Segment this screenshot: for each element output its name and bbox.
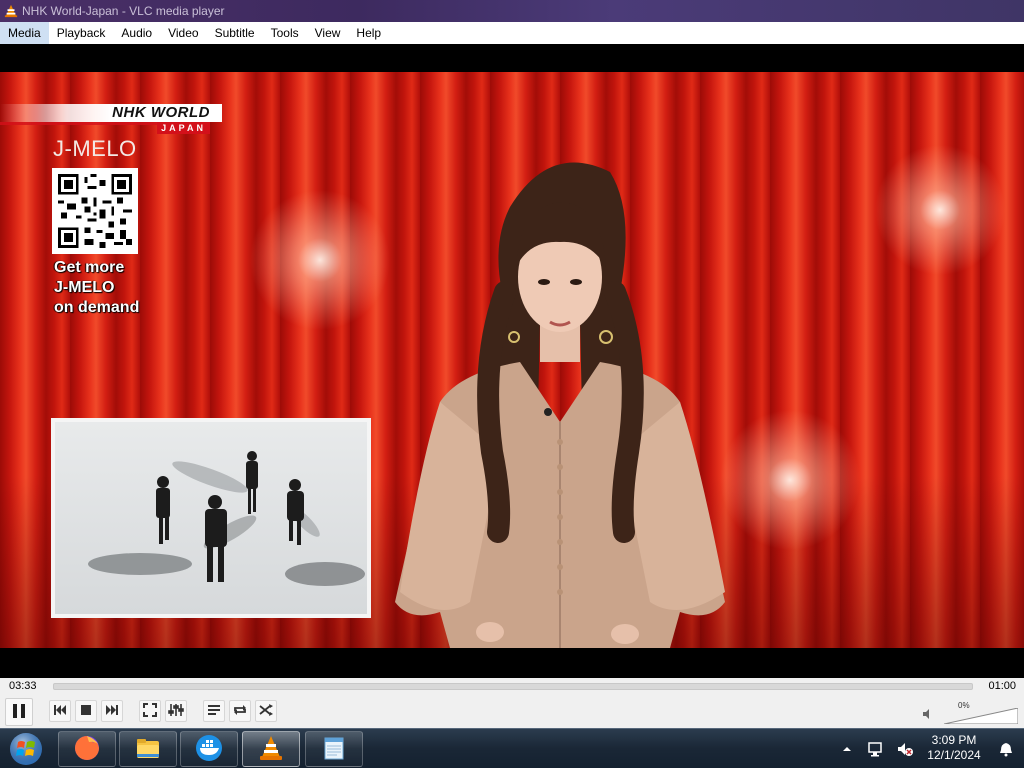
previous-button[interactable]: [49, 700, 71, 722]
network-icon[interactable]: [866, 740, 884, 758]
menu-bar: Media Playback Audio Video Subtitle Tool…: [0, 22, 1024, 44]
windows-taskbar: 3:09 PM 12/1/2024: [0, 728, 1024, 768]
stop-icon: [78, 702, 94, 721]
start-button[interactable]: [8, 732, 44, 766]
stop-button[interactable]: [75, 700, 97, 722]
promo-line-3: on demand: [54, 299, 140, 316]
logo-subtext: JAPAN: [157, 122, 210, 134]
title-bar[interactable]: NHK World-Japan - VLC media player: [0, 0, 1024, 22]
volume-muted-icon[interactable]: [896, 740, 914, 758]
music-video-inset: [51, 418, 371, 618]
menu-help[interactable]: Help: [348, 22, 389, 44]
shuffle-button[interactable]: [255, 700, 277, 722]
file-explorer-icon: [133, 733, 163, 766]
menu-media[interactable]: Media: [0, 22, 49, 44]
clock-date: 12/1/2024: [927, 748, 981, 762]
menu-audio[interactable]: Audio: [113, 22, 160, 44]
windows-start-icon: [8, 733, 44, 768]
notepad-icon: [319, 733, 349, 766]
menu-subtitle[interactable]: Subtitle: [207, 22, 263, 44]
video-frame: NHK WORLD JAPAN J-MELO Get more J-MELO o…: [0, 72, 1024, 648]
next-icon: [104, 702, 120, 721]
volume-control[interactable]: 0%: [920, 701, 1020, 724]
taskbar-notepad[interactable]: [305, 731, 363, 767]
vlc-icon: [256, 733, 286, 766]
clock[interactable]: 3:09 PM 12/1/2024: [924, 733, 984, 763]
band-photo-illustration: [88, 451, 365, 586]
firefox-icon: [72, 733, 102, 766]
menu-tools[interactable]: Tools: [263, 22, 307, 44]
system-tray: 3:09 PM 12/1/2024: [838, 729, 1024, 768]
video-area[interactable]: NHK WORLD JAPAN J-MELO Get more J-MELO o…: [0, 44, 1024, 678]
taskbar-vlc[interactable]: [242, 731, 300, 767]
show-hidden-icons-icon[interactable]: [842, 743, 852, 753]
logo-text: NHK WORLD: [112, 104, 210, 121]
qr-code-icon: [52, 168, 138, 254]
playback-controls: 0%: [0, 696, 1024, 728]
clock-time: 3:09 PM: [931, 733, 977, 747]
total-time: 01:00: [988, 680, 1016, 692]
menu-playback[interactable]: Playback: [49, 22, 114, 44]
menu-video[interactable]: Video: [160, 22, 206, 44]
vlc-cone-icon: [4, 4, 18, 18]
window-title: NHK World-Japan - VLC media player: [22, 4, 225, 18]
taskbar-firefox[interactable]: [58, 731, 116, 767]
menu-view[interactable]: View: [307, 22, 349, 44]
promo-line-2: J-MELO: [54, 279, 115, 296]
presenter-figure: [380, 122, 740, 648]
fullscreen-button[interactable]: [139, 700, 161, 722]
seek-bar[interactable]: [53, 683, 973, 690]
extended-settings-button[interactable]: [165, 700, 187, 722]
nhk-world-logo: NHK WORLD JAPAN: [0, 104, 222, 134]
speaker-icon: [922, 708, 934, 720]
loop-button[interactable]: [229, 700, 251, 722]
promo-line-1: Get more: [54, 259, 125, 276]
promo-text: Get more J-MELO on demand: [54, 258, 139, 318]
pause-button[interactable]: [5, 698, 33, 726]
loop-icon: [232, 702, 248, 721]
show-title: J-MELO: [53, 136, 137, 161]
previous-icon: [52, 702, 68, 721]
extended-settings-icon: [168, 702, 184, 721]
volume-slider[interactable]: [944, 708, 1018, 724]
pause-icon: [9, 701, 29, 724]
next-button[interactable]: [101, 700, 123, 722]
playlist-button[interactable]: [203, 700, 225, 722]
taskbar-docker[interactable]: [180, 731, 238, 767]
elapsed-time: 03:33: [9, 680, 37, 692]
seek-row: 03:33 01:00: [0, 678, 1024, 696]
shuffle-icon: [258, 702, 274, 721]
notification-bell-icon[interactable]: [998, 741, 1014, 757]
taskbar-file-explorer[interactable]: [119, 731, 177, 767]
docker-icon: [194, 733, 224, 766]
fullscreen-icon: [142, 702, 158, 721]
playlist-icon: [206, 702, 222, 721]
